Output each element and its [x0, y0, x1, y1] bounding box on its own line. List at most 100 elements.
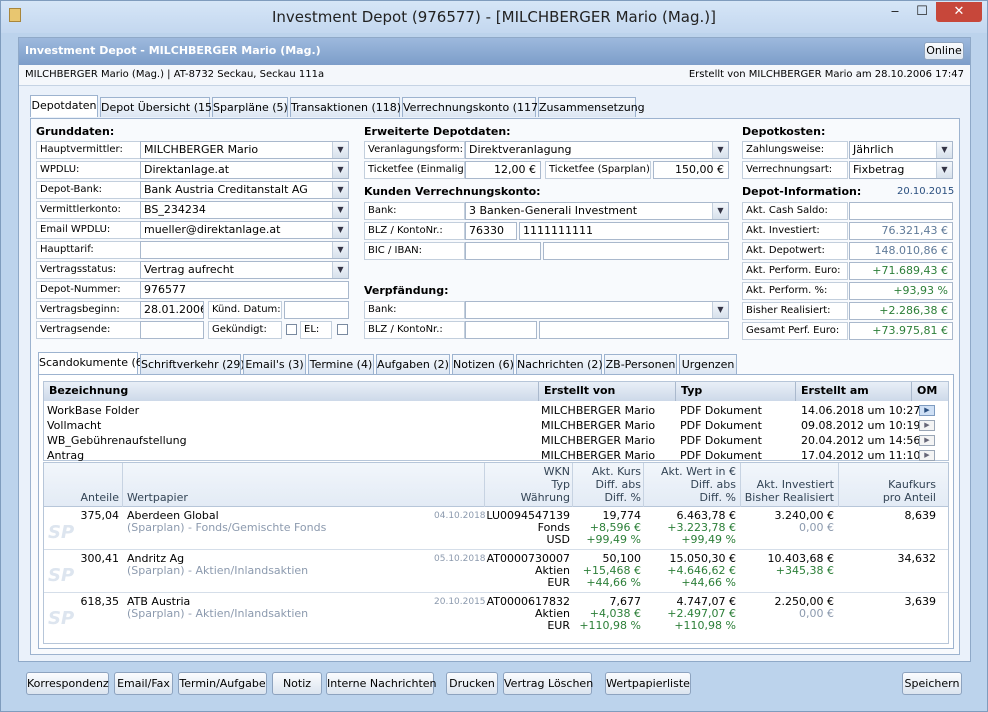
- tab-zusammensetzung[interactable]: Zusammensetzung: [538, 97, 645, 117]
- kuend-datum-label: Künd. Datum:: [208, 301, 282, 319]
- kuend-datum-input[interactable]: [284, 301, 349, 319]
- gekuendigt-checkbox[interactable]: [286, 324, 297, 335]
- vertragsbeginn-input[interactable]: 28.01.2006: [140, 301, 204, 319]
- col-typ[interactable]: Typ: [676, 382, 796, 401]
- table-row[interactable]: SP 618,35 ATB Austria (Sparplan) - Aktie…: [44, 594, 948, 636]
- open-document-icon[interactable]: ▶: [919, 450, 935, 461]
- chevron-down-icon[interactable]: ▼: [712, 142, 728, 158]
- interne-nachrichten-button[interactable]: Interne Nachrichten: [326, 672, 437, 695]
- col-akt-kurs[interactable]: Akt. Kurs Diff. abs Diff. %: [574, 465, 641, 504]
- table-row[interactable]: SP 300,41 Andritz Ag (Sparplan) - Aktien…: [44, 551, 948, 593]
- kunden-bank-value: 3 Banken-Generali Investment: [469, 204, 638, 217]
- chevron-down-icon[interactable]: ▼: [332, 222, 348, 238]
- tab-transaktionen[interactable]: Transaktionen (118): [290, 97, 401, 117]
- kunden-bank-select[interactable]: 3 Banken-Generali Investment ▼: [465, 202, 729, 220]
- wertpapierliste-button[interactable]: Wertpapierliste: [605, 672, 691, 695]
- el-checkbox[interactable]: [337, 324, 348, 335]
- subtab-zb-personen[interactable]: ZB-Personen: [604, 354, 677, 374]
- col-bezeichnung[interactable]: Bezeichnung: [44, 382, 539, 401]
- chevron-down-icon[interactable]: ▼: [332, 202, 348, 218]
- doc-date: 17.04.2012 um 11:10: [801, 449, 921, 462]
- kunden-blz-input[interactable]: 76330: [465, 222, 517, 240]
- korrespondenz-button[interactable]: Korrespondenz: [26, 672, 109, 695]
- chevron-down-icon[interactable]: ▼: [712, 203, 728, 219]
- hauptvermittler-select[interactable]: MILCHBERGER Mario ▼: [140, 141, 349, 159]
- chevron-down-icon[interactable]: ▼: [332, 182, 348, 198]
- chevron-down-icon[interactable]: ▼: [332, 162, 348, 178]
- speichern-button[interactable]: Speichern: [902, 672, 962, 695]
- subtab-urgenzen[interactable]: Urgenzen: [679, 354, 737, 374]
- vertrag-loeschen-button[interactable]: Vertrag Löschen: [503, 672, 593, 695]
- vertragsende-input[interactable]: [140, 321, 204, 339]
- tab-verrechnungskonto[interactable]: Verrechnungskonto (117): [402, 97, 542, 117]
- verpf-blz-input[interactable]: [465, 321, 537, 339]
- maximize-icon[interactable]: ☐: [909, 2, 935, 22]
- email-wpdlu-select[interactable]: mueller@direktanlage.at ▼: [140, 221, 349, 239]
- table-row[interactable]: WB_Gebührenaufstellung MILCHBERGER Mario…: [44, 433, 948, 448]
- col-anteile[interactable]: Anteile: [44, 491, 119, 504]
- col-om[interactable]: OM: [912, 382, 948, 401]
- chevron-down-icon[interactable]: ▼: [712, 302, 728, 318]
- notiz-button[interactable]: Notiz: [272, 672, 322, 695]
- zahlungsweise-select[interactable]: Jährlich ▼: [849, 141, 953, 159]
- kunden-kontonr-input[interactable]: 1111111111: [519, 222, 729, 240]
- col-investiert[interactable]: Akt. Investiert Bisher Realisiert: [742, 478, 834, 504]
- verpf-kontonr-input[interactable]: [539, 321, 729, 339]
- chevron-down-icon[interactable]: ▼: [936, 162, 952, 178]
- chevron-down-icon[interactable]: ▼: [332, 142, 348, 158]
- vertragsstatus-select[interactable]: Vertrag aufrecht ▼: [140, 261, 349, 279]
- col-erstellt-am[interactable]: Erstellt am: [796, 382, 912, 401]
- ticketfee-input[interactable]: 12,00 €: [465, 161, 541, 179]
- termin-aufgabe-button[interactable]: Termin/Aufgabe: [178, 672, 267, 695]
- veranlagungsform-label: Veranlagungsform:: [364, 141, 465, 159]
- col-erstellt-von[interactable]: Erstellt von: [539, 382, 676, 401]
- subtab-emails[interactable]: Email's (3): [243, 354, 306, 374]
- open-document-icon[interactable]: ▶: [919, 405, 935, 416]
- haupttarif-select[interactable]: ▼: [140, 241, 349, 259]
- col-wertpapier[interactable]: Wertpapier: [127, 491, 188, 504]
- position-realisiert: 0,00 €: [799, 607, 834, 620]
- cash-saldo-value: [849, 202, 953, 220]
- subtab-scandokumente[interactable]: Scandokumente (6): [38, 352, 147, 374]
- email-fax-button[interactable]: Email/Fax: [114, 672, 173, 695]
- main-tabs: Depotdaten Depot Übersicht (15) Sparplän…: [30, 95, 960, 119]
- col-wkn[interactable]: WKN Typ Währung: [486, 465, 570, 504]
- table-row[interactable]: Antrag MILCHBERGER Mario PDF Dokument 17…: [44, 448, 948, 463]
- drucken-button[interactable]: Drucken: [446, 672, 498, 695]
- chevron-down-icon[interactable]: ▼: [332, 262, 348, 278]
- col-akt-wert[interactable]: Akt. Wert in € Diff. abs Diff. %: [644, 465, 736, 504]
- kunden-iban-input[interactable]: [543, 242, 729, 260]
- minimize-icon[interactable]: ‒: [882, 2, 908, 22]
- wpdlu-select[interactable]: Direktanlage.at ▼: [140, 161, 349, 179]
- position-currency: EUR: [547, 576, 570, 589]
- online-button[interactable]: Online: [924, 42, 964, 60]
- table-row[interactable]: Vollmacht MILCHBERGER Mario PDF Dokument…: [44, 418, 948, 433]
- tab-depotdaten[interactable]: Depotdaten: [30, 95, 98, 117]
- subtab-schriftverkehr[interactable]: Schriftverkehr (29): [140, 354, 245, 374]
- table-row[interactable]: SP 375,04 Aberdeen Global (Sparplan) - F…: [44, 508, 948, 550]
- open-document-icon[interactable]: ▶: [919, 420, 935, 431]
- chevron-down-icon[interactable]: ▼: [936, 142, 952, 158]
- ticketfee-sparplan-input[interactable]: 150,00 €: [653, 161, 729, 179]
- kunden-bic-input[interactable]: [465, 242, 541, 260]
- verrechnungsart-select[interactable]: Fixbetrag ▼: [849, 161, 953, 179]
- open-document-icon[interactable]: ▶: [919, 435, 935, 446]
- depot-bank-select[interactable]: Bank Austria Creditanstalt AG ▼: [140, 181, 349, 199]
- close-icon[interactable]: ✕: [936, 2, 982, 22]
- table-row[interactable]: WorkBase Folder MILCHBERGER Mario PDF Do…: [44, 403, 948, 418]
- chevron-down-icon[interactable]: ▼: [332, 242, 348, 258]
- doc-name: Antrag: [47, 449, 85, 462]
- verpf-bank-select[interactable]: ▼: [465, 301, 729, 319]
- subtab-termine[interactable]: Termine (4): [308, 354, 374, 374]
- tab-sparplaene[interactable]: Sparpläne (5): [212, 97, 288, 117]
- subtab-nachrichten[interactable]: Nachrichten (2): [516, 354, 603, 374]
- veranlagungsform-select[interactable]: Direktveranlagung ▼: [465, 141, 729, 159]
- depot-nummer-input[interactable]: 976577: [140, 281, 349, 299]
- position-kurs-pct: +44,66 %: [586, 576, 641, 589]
- divider: [838, 463, 839, 507]
- vermittlerkonto-select[interactable]: BS_234234 ▼: [140, 201, 349, 219]
- subtab-aufgaben[interactable]: Aufgaben (2): [376, 354, 450, 374]
- subtab-notizen[interactable]: Notizen (6): [452, 354, 514, 374]
- tab-depot-uebersicht[interactable]: Depot Übersicht (15): [100, 97, 216, 117]
- col-kaufkurs[interactable]: Kaufkurs pro Anteil: [840, 478, 936, 504]
